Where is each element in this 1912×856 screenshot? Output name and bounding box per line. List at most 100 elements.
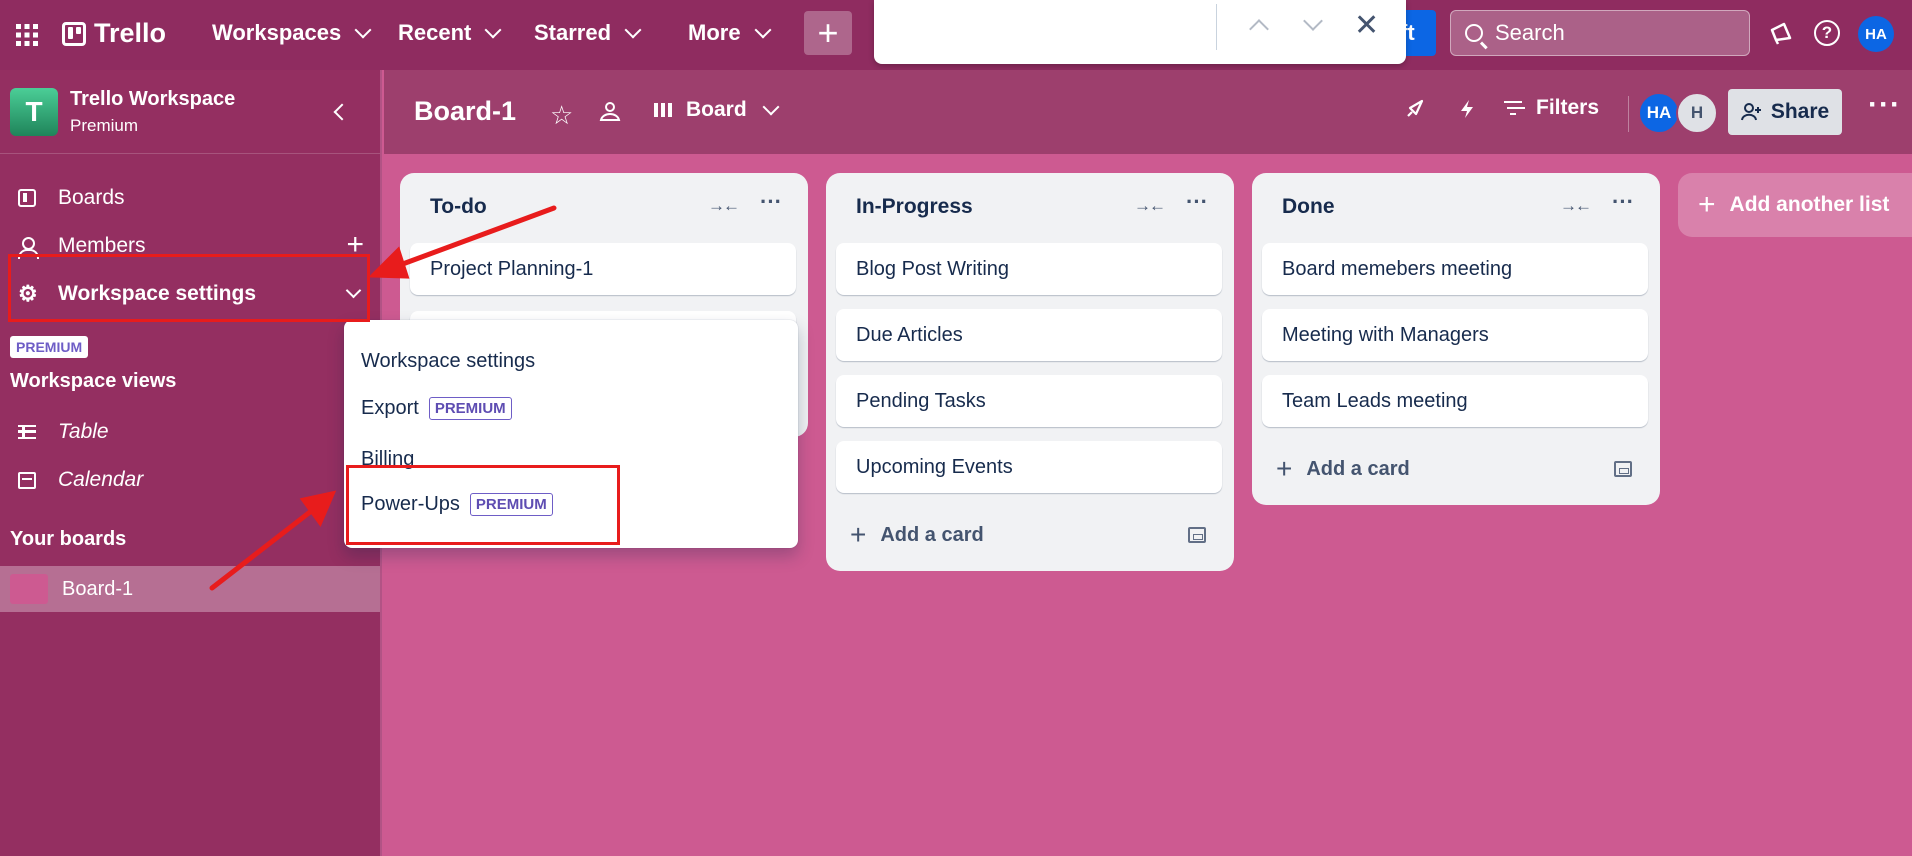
search-input[interactable]: Search: [1450, 10, 1750, 56]
chevron-down-icon[interactable]: [1303, 11, 1323, 31]
add-card-button[interactable]: + Add a card: [850, 519, 984, 551]
card-template-icon[interactable]: [1188, 527, 1206, 543]
collapse-list-icon[interactable]: →←: [1560, 196, 1592, 216]
collapse-list-icon[interactable]: →←: [708, 196, 740, 216]
premium-badge: PREMIUM: [469, 493, 553, 516]
list-menu-icon[interactable]: ···: [1186, 189, 1208, 215]
board-color-swatch: [10, 574, 48, 604]
megaphone-icon[interactable]: [1766, 18, 1796, 48]
menu-item-billing[interactable]: Billing: [361, 448, 414, 471]
add-member-icon[interactable]: +: [346, 228, 364, 262]
board-view-switcher[interactable]: Board: [654, 98, 780, 122]
workspace-name: Trello Workspace: [70, 88, 236, 110]
premium-badge: PREMIUM: [10, 336, 89, 358]
sidebar-item-calendar[interactable]: Calendar: [0, 458, 380, 502]
list-menu-icon[interactable]: ···: [760, 189, 782, 215]
plus-icon: +: [1276, 453, 1293, 484]
sidebar-item-label: Workspace settings: [58, 282, 257, 305]
filter-icon: [1504, 101, 1522, 115]
workspaces-menu[interactable]: Workspaces: [212, 20, 372, 46]
find-bar-divider: [1216, 4, 1217, 50]
card[interactable]: Pending Tasks: [836, 375, 1222, 427]
create-button[interactable]: +: [804, 11, 852, 55]
trello-logo[interactable]: Trello: [62, 18, 166, 49]
menu-item-label: Billing: [361, 448, 415, 470]
workspace-header: T Trello Workspace Premium: [0, 70, 380, 154]
board-header: Board-1 ☆ Board Filters HA H Share ···: [384, 70, 1912, 154]
sidebar-item-label: Members: [58, 234, 146, 257]
list-column: In-Progress →← ··· Blog Post Writing Due…: [826, 173, 1234, 571]
search-placeholder: Search: [1495, 20, 1565, 45]
list-title[interactable]: Done: [1282, 195, 1335, 219]
rocket-icon-svg: [1407, 99, 1424, 117]
card[interactable]: Meeting with Managers: [1262, 309, 1648, 361]
sidebar-board-label: Board-1: [62, 577, 134, 600]
starred-menu[interactable]: Starred: [534, 20, 642, 46]
filters-label: Filters: [1536, 96, 1600, 119]
chevron-down-icon: [762, 98, 780, 116]
chevron-down-icon: [354, 21, 372, 39]
more-menu[interactable]: More: [688, 20, 772, 46]
power-ups-icon[interactable]: [1404, 98, 1426, 126]
workspace-views-title: Workspace views: [10, 370, 177, 392]
share-label: Share: [1770, 100, 1830, 123]
menu-item-workspace-settings[interactable]: Workspace settings: [361, 350, 535, 373]
menu-item-label: Power-Ups: [361, 493, 460, 515]
card[interactable]: Team Leads meeting: [1262, 375, 1648, 427]
menu-item-export[interactable]: Export PREMIUM: [361, 397, 512, 420]
add-card-label: Add a card: [1306, 457, 1410, 480]
member-avatar[interactable]: H: [1676, 92, 1718, 134]
more-options-icon[interactable]: ···: [1868, 88, 1901, 122]
table-icon: [18, 425, 36, 439]
card-template-icon[interactable]: [1614, 461, 1632, 477]
workspace-settings-dropdown: Workspace settings Export PREMIUM Billin…: [344, 320, 798, 548]
visibility-icon[interactable]: [598, 100, 622, 128]
list-column: Done →← ··· Board memebers meeting Meeti…: [1252, 173, 1660, 505]
user-avatar[interactable]: HA: [1858, 16, 1894, 52]
sidebar-item-members[interactable]: Members +: [0, 224, 380, 268]
header-divider: [1628, 96, 1629, 132]
your-boards-title: Your boards: [10, 528, 127, 550]
board-view-label: Board: [686, 98, 747, 121]
board-title[interactable]: Board-1: [414, 96, 516, 127]
calendar-icon: [18, 471, 36, 489]
card[interactable]: Upcoming Events: [836, 441, 1222, 493]
workspace-visible-icon-svg: [599, 102, 621, 121]
add-list-button[interactable]: + Add another list: [1678, 173, 1912, 237]
collapse-sidebar-icon[interactable]: [333, 103, 351, 121]
filters-button[interactable]: Filters: [1504, 96, 1599, 120]
list-menu-icon[interactable]: ···: [1612, 189, 1634, 215]
add-card-button[interactable]: + Add a card: [1276, 453, 1410, 485]
sidebar-item-workspace-settings[interactable]: ⚙ Workspace settings: [0, 272, 380, 316]
menu-item-label: Workspace settings: [361, 350, 536, 372]
help-icon[interactable]: ?: [1812, 18, 1842, 48]
sidebar-item-label: Table: [58, 420, 109, 443]
workspace-sidebar: T Trello Workspace Premium Boards Member…: [0, 70, 382, 856]
chevron-down-icon: [345, 282, 362, 299]
share-button[interactable]: Share: [1728, 89, 1842, 135]
menu-item-power-ups[interactable]: Power-Ups PREMIUM: [361, 493, 553, 516]
premium-badge: PREMIUM: [428, 397, 512, 420]
close-icon[interactable]: ✕: [1354, 8, 1379, 43]
list-title[interactable]: To-do: [430, 195, 487, 219]
collapse-list-icon[interactable]: →←: [1134, 196, 1166, 216]
list-title[interactable]: In-Progress: [856, 195, 973, 219]
sidebar-item-boards[interactable]: Boards: [0, 176, 380, 220]
app-switcher-icon[interactable]: [14, 22, 40, 48]
card[interactable]: Due Articles: [836, 309, 1222, 361]
workspaces-menu-label: Workspaces: [212, 20, 342, 45]
sidebar-board-item[interactable]: Board-1: [0, 566, 380, 612]
chevron-down-icon: [484, 21, 502, 39]
member-avatar[interactable]: HA: [1638, 92, 1680, 134]
star-icon[interactable]: ☆: [550, 100, 573, 131]
starred-menu-label: Starred: [534, 20, 612, 45]
card[interactable]: Blog Post Writing: [836, 243, 1222, 295]
card[interactable]: Project Planning-1: [410, 243, 796, 295]
recent-menu[interactable]: Recent: [398, 20, 502, 46]
automation-icon[interactable]: [1458, 98, 1476, 126]
card[interactable]: Board memebers meeting: [1262, 243, 1648, 295]
sidebar-item-table[interactable]: Table: [0, 410, 380, 454]
add-person-icon: [1740, 103, 1761, 121]
chevron-up-icon[interactable]: [1249, 19, 1269, 39]
person-icon: [18, 237, 39, 259]
